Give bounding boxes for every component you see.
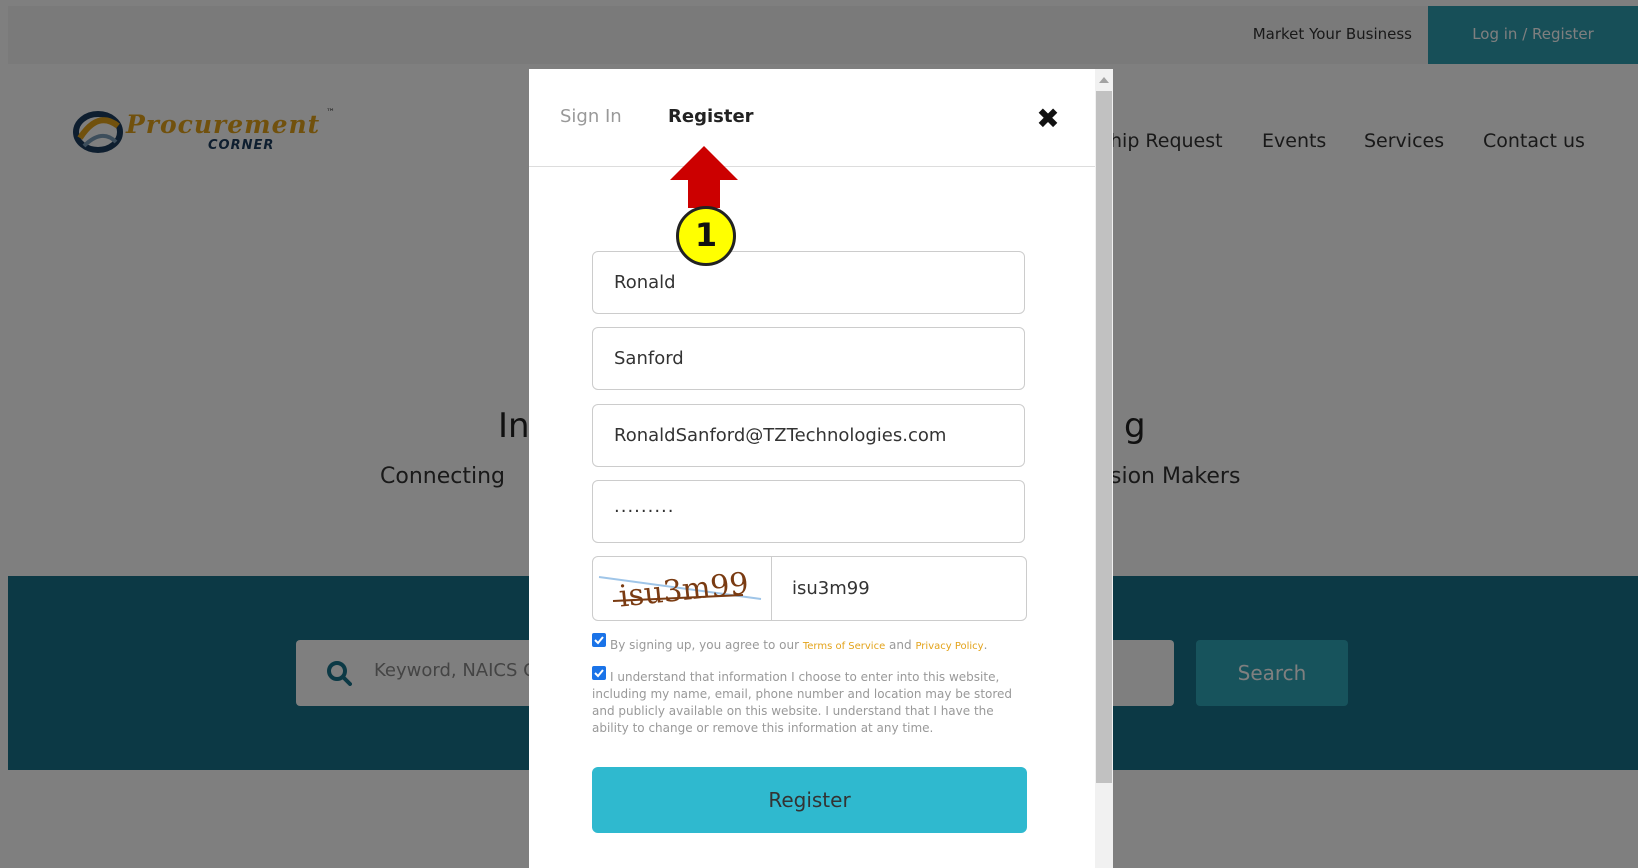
- register-submit-button[interactable]: Register: [592, 767, 1027, 833]
- agree-suffix: .: [983, 638, 988, 652]
- tab-sign-in[interactable]: Sign In: [560, 106, 622, 127]
- captcha-row: isu3m99 isu3m99: [592, 556, 1027, 621]
- privacy-policy-link[interactable]: Privacy Policy: [915, 641, 983, 652]
- agree-terms-text: By signing up, you agree to our Terms of…: [592, 637, 1032, 655]
- agree-prefix: By signing up, you agree to our: [610, 638, 803, 652]
- email-field[interactable]: RonaldSanford@TZTechnologies.com: [592, 404, 1025, 467]
- close-icon[interactable]: ✖: [1032, 103, 1064, 135]
- captcha-distorted-text: isu3m99: [617, 566, 750, 614]
- captcha-input[interactable]: isu3m99: [792, 557, 870, 620]
- scroll-up-arrow-icon[interactable]: [1099, 77, 1109, 83]
- register-modal: Sign In Register ✖ Ronald Sanford Ronald…: [529, 69, 1113, 868]
- captcha-image: isu3m99: [593, 557, 772, 620]
- last-name-field[interactable]: Sanford: [592, 327, 1025, 390]
- tab-register[interactable]: Register: [668, 106, 754, 127]
- first-name-field[interactable]: Ronald: [592, 251, 1025, 314]
- consent-text: I understand that information I choose t…: [592, 670, 1013, 735]
- agree-and: and: [885, 638, 916, 652]
- modal-scrollbar[interactable]: [1095, 69, 1113, 868]
- terms-of-service-link[interactable]: Terms of Service: [803, 641, 885, 652]
- scrollbar-thumb[interactable]: [1096, 91, 1112, 783]
- password-field[interactable]: ·········: [592, 480, 1025, 543]
- annotation-step-marker: 1: [676, 206, 736, 266]
- modal-tabs: Sign In Register ✖: [529, 69, 1095, 167]
- annotation-arrow-icon: [670, 146, 738, 208]
